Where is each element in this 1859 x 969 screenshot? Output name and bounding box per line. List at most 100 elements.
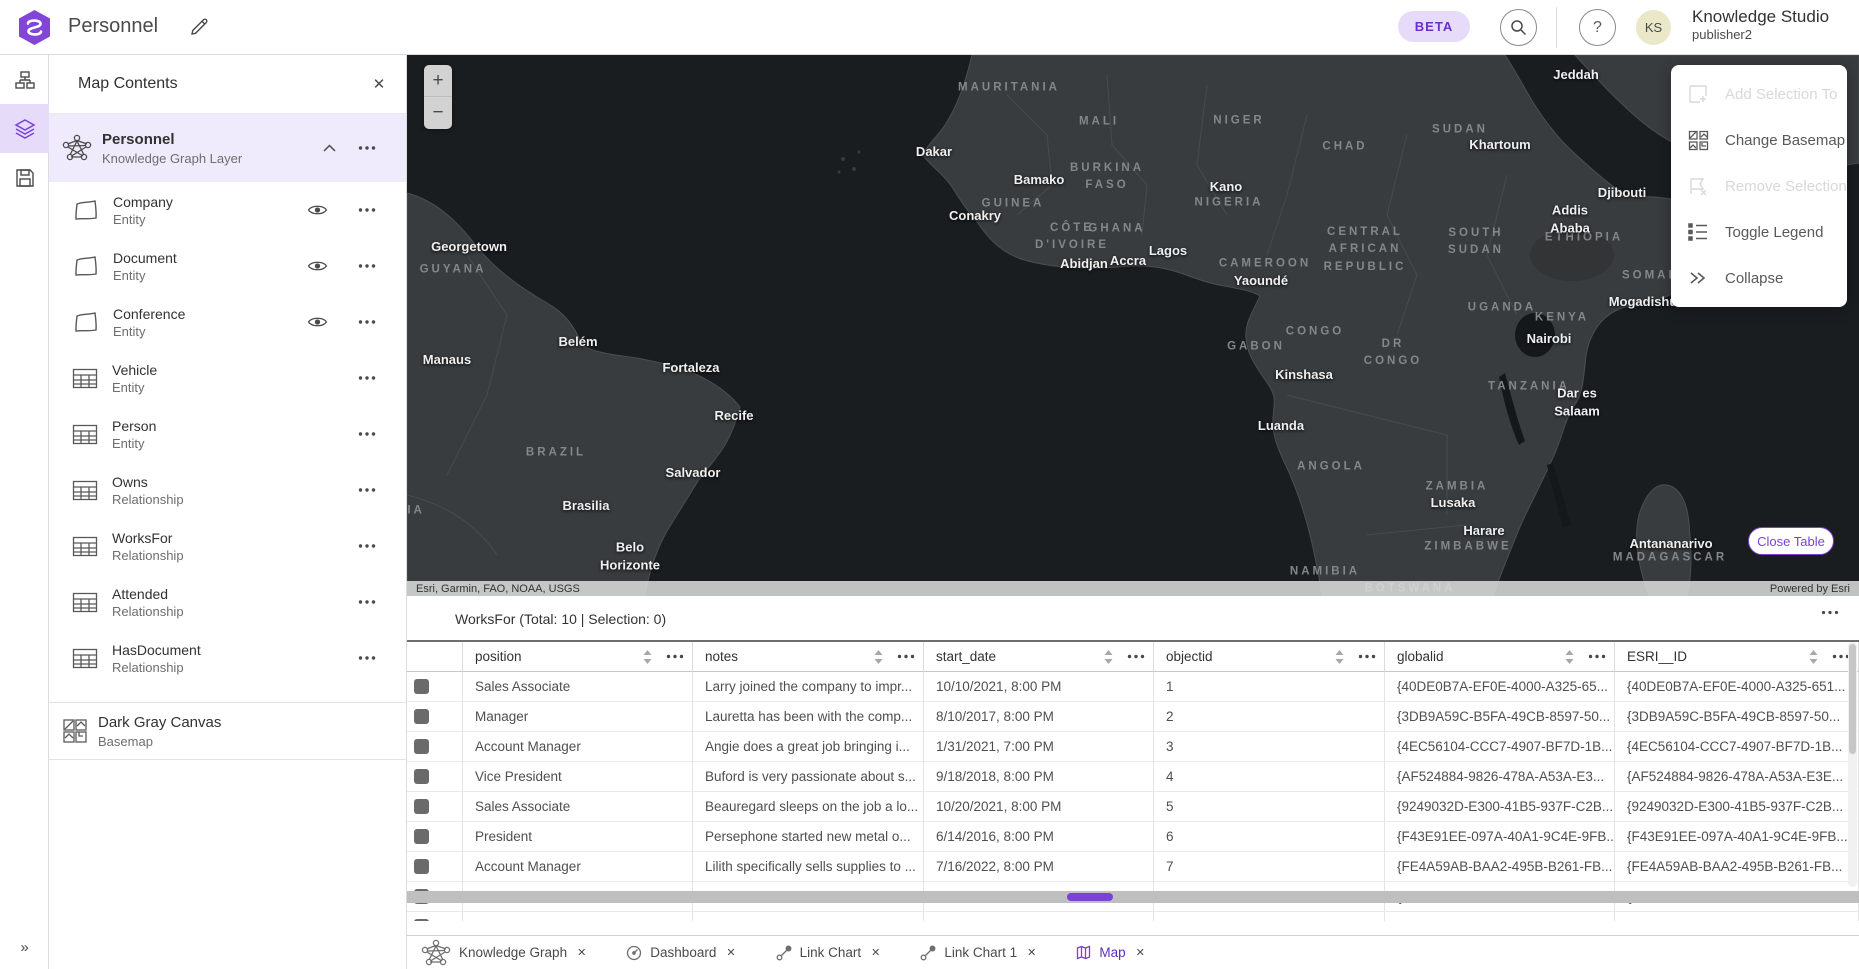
map-tab-icon — [1076, 945, 1091, 960]
tab-close-icon[interactable]: ✕ — [726, 946, 735, 959]
layer-item-owns[interactable]: OwnsRelationship — [49, 462, 406, 518]
close-table-button[interactable]: Close Table — [1748, 527, 1834, 555]
column-header-ESRI__ID[interactable]: ESRI__ID — [1615, 642, 1859, 672]
column-header-objectid[interactable]: objectid — [1154, 642, 1385, 672]
layer-options-dots-icon[interactable] — [358, 488, 376, 493]
layer-options-dots-icon[interactable] — [358, 208, 376, 213]
sort-icon[interactable] — [1335, 650, 1344, 664]
expand-rail-chevrons-icon[interactable]: » — [0, 933, 49, 961]
rail-item-save[interactable] — [0, 153, 49, 202]
cell-objectid: 5 — [1154, 792, 1385, 822]
layer-item-person[interactable]: PersonEntity — [49, 406, 406, 462]
layer-item-vehicle[interactable]: VehicleEntity — [49, 350, 406, 406]
tab-close-icon[interactable]: ✕ — [1136, 946, 1145, 959]
layer-options-dots-icon[interactable] — [358, 600, 376, 605]
sort-icon[interactable] — [643, 650, 652, 664]
layer-item-personnel[interactable]: PersonnelKnowledge Graph Layer — [49, 114, 406, 182]
select-all-header[interactable] — [407, 642, 463, 672]
layer-item-conference[interactable]: ConferenceEntity — [49, 294, 406, 350]
tab-label: Dashboard — [650, 945, 716, 960]
layer-options-dots-icon[interactable] — [358, 376, 376, 381]
layer-item-attended[interactable]: AttendedRelationship — [49, 574, 406, 630]
sort-icon[interactable] — [1809, 650, 1818, 664]
page-title: Personnel — [68, 15, 158, 38]
tab-map[interactable]: Map✕ — [1076, 945, 1144, 960]
layer-item-hasdocument[interactable]: HasDocumentRelationship — [49, 630, 406, 686]
tab-close-icon[interactable]: ✕ — [1027, 946, 1036, 959]
map-view[interactable]: MAURITANIAMALINIGERSUDANCHADBURKINA FASO… — [407, 55, 1859, 596]
layer-type: Relationship — [112, 660, 201, 675]
layer-type: Relationship — [112, 604, 184, 619]
visibility-eye-icon[interactable] — [307, 260, 328, 273]
rail-item-data-model[interactable] — [0, 55, 49, 104]
cell-globalid: {40DE0B7A-EF0E-4000-A325-65... — [1385, 672, 1615, 702]
cell-ESRI__ID: {3DB9A59C-B5FA-49CB-8597-50... — [1615, 702, 1859, 732]
column-header-globalid[interactable]: globalid — [1385, 642, 1615, 672]
table-icon — [72, 424, 98, 445]
table-horizontal-scrollbar[interactable] — [407, 891, 1859, 903]
layer-text: WorksForRelationship — [112, 530, 184, 563]
tab-knowledge-graph[interactable]: Knowledge Graph✕ — [421, 939, 586, 967]
close-panel-icon[interactable]: ✕ — [368, 73, 390, 95]
tab-dashboard[interactable]: Dashboard ✕ — [626, 945, 735, 961]
collapse-chevron-icon[interactable] — [323, 144, 336, 152]
zoom-out-button[interactable]: − — [424, 97, 452, 129]
search-icon — [1510, 19, 1527, 36]
zoom-in-button[interactable]: + — [424, 65, 452, 97]
layer-options-dots-icon[interactable] — [358, 544, 376, 549]
hscroll-thumb[interactable] — [1067, 893, 1113, 901]
row-checkbox[interactable] — [414, 769, 429, 784]
polygon-icon — [72, 198, 99, 222]
tab-close-icon[interactable]: ✕ — [871, 946, 880, 959]
menu-item-collapse[interactable]: Collapse — [1671, 255, 1847, 301]
layer-options-dots-icon[interactable] — [358, 432, 376, 437]
view-tab-bar: Knowledge Graph✕Dashboard✕Link Chart✕Lin… — [407, 935, 1859, 969]
row-checkbox[interactable] — [414, 919, 429, 921]
table-vertical-scrollbar[interactable] — [1848, 642, 1857, 887]
tab-link-chart[interactable]: Link Chart✕ — [776, 945, 881, 961]
menu-item-change-basemap[interactable]: Change Basemap — [1671, 117, 1847, 163]
tab-close-icon[interactable]: ✕ — [577, 946, 586, 959]
addsel-icon — [1687, 84, 1709, 104]
vscroll-thumb[interactable] — [1849, 644, 1856, 754]
row-checkbox[interactable] — [414, 829, 429, 844]
row-checkbox[interactable] — [414, 799, 429, 814]
column-options-dots-icon[interactable] — [1358, 654, 1376, 659]
layer-options-dots-icon[interactable] — [358, 264, 376, 269]
sort-icon[interactable] — [1565, 650, 1574, 664]
column-header-position[interactable]: position — [463, 642, 693, 672]
table-icon — [72, 536, 98, 557]
column-header-start_date[interactable]: start_date — [924, 642, 1154, 672]
menu-item-label: Collapse — [1725, 270, 1783, 287]
visibility-eye-icon[interactable] — [307, 316, 328, 329]
table-options-dots-icon[interactable] — [1821, 610, 1839, 615]
column-options-dots-icon[interactable] — [666, 654, 684, 659]
row-checkbox[interactable] — [414, 739, 429, 754]
layer-options-dots-icon[interactable] — [358, 146, 376, 151]
column-options-dots-icon[interactable] — [897, 654, 915, 659]
layer-item-document[interactable]: DocumentEntity — [49, 238, 406, 294]
user-avatar[interactable]: KS — [1636, 10, 1671, 45]
layer-options-dots-icon[interactable] — [358, 656, 376, 661]
row-checkbox[interactable] — [414, 859, 429, 874]
row-checkbox[interactable] — [414, 709, 429, 724]
tab-link-chart-1[interactable]: Link Chart 1✕ — [920, 945, 1036, 961]
edit-title-pencil-icon[interactable] — [188, 16, 210, 38]
layer-item-worksfor[interactable]: WorksForRelationship — [49, 518, 406, 574]
sort-icon[interactable] — [874, 650, 883, 664]
menu-item-toggle-legend[interactable]: Toggle Legend — [1671, 209, 1847, 255]
column-header-notes[interactable]: notes — [693, 642, 924, 672]
visibility-eye-icon[interactable] — [307, 204, 328, 217]
sort-icon[interactable] — [1104, 650, 1113, 664]
column-options-dots-icon[interactable] — [1588, 654, 1606, 659]
city-label: Salvador — [666, 464, 721, 482]
search-button[interactable] — [1500, 9, 1537, 46]
column-options-dots-icon[interactable] — [1127, 654, 1145, 659]
help-button[interactable]: ? — [1579, 9, 1616, 46]
basemap-row[interactable]: Dark Gray Canvas Basemap — [49, 702, 406, 760]
layer-item-company[interactable]: CompanyEntity — [49, 182, 406, 238]
rail-item-layers[interactable] — [0, 104, 49, 153]
layer-text: PersonEntity — [112, 418, 156, 451]
layer-options-dots-icon[interactable] — [358, 320, 376, 325]
row-checkbox[interactable] — [414, 679, 429, 694]
